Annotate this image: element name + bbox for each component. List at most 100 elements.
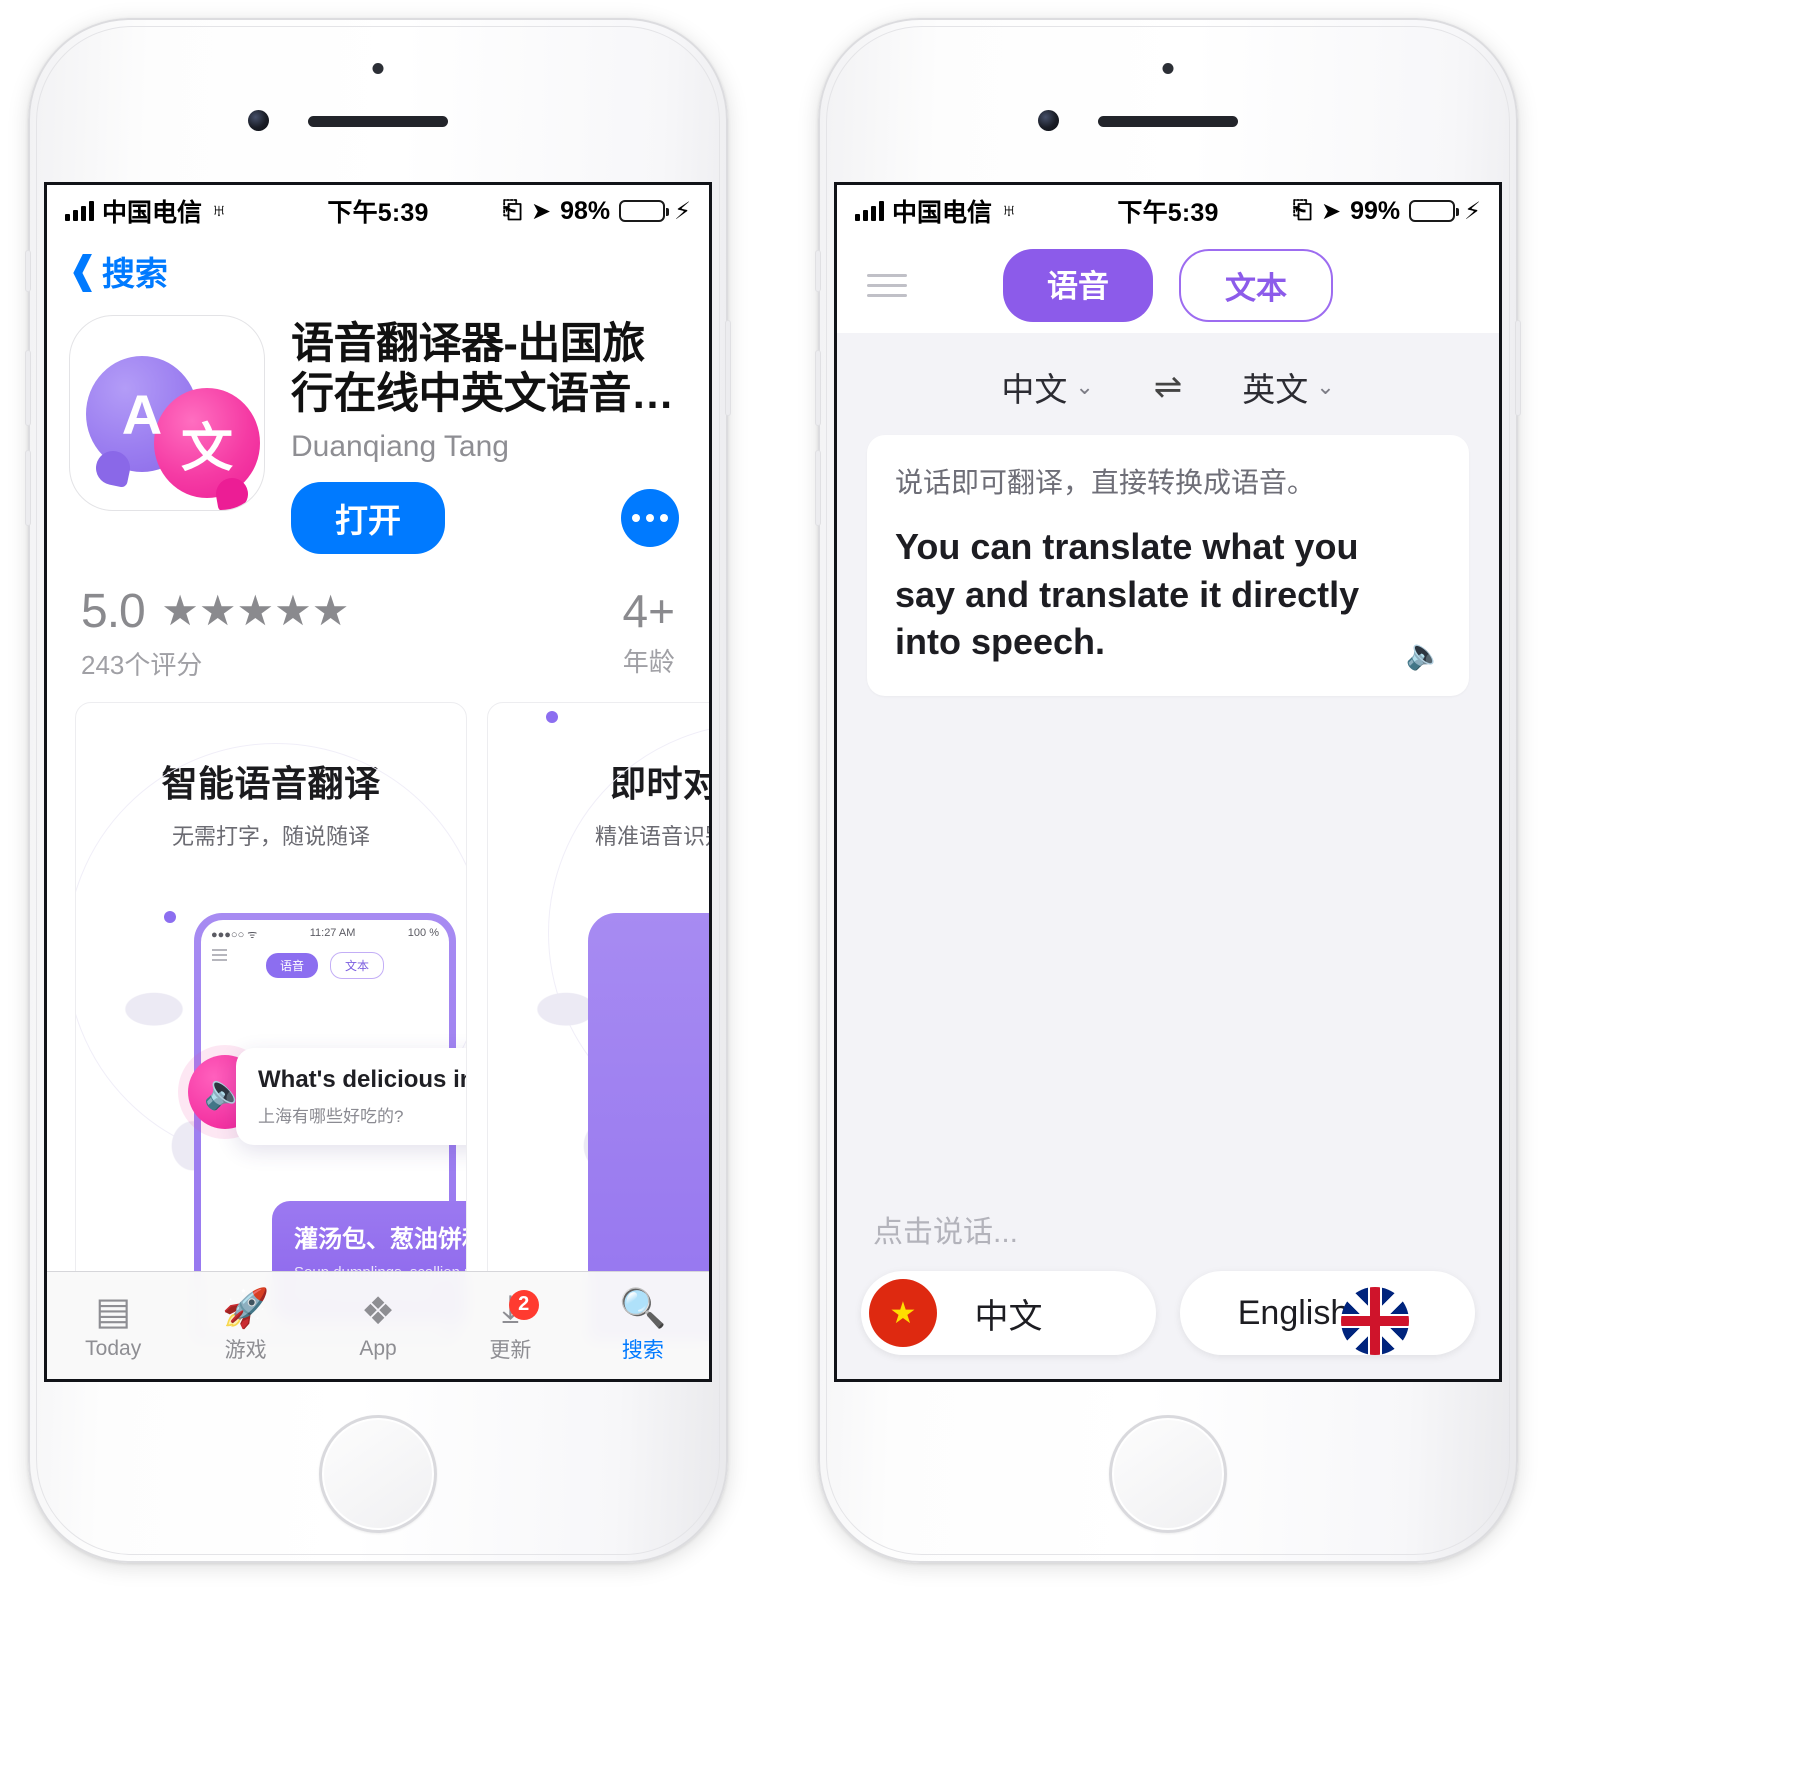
dual-phone-mockup: 中国电信 ♅ 下午5:39 ⎗ ➤ 98% ⚡ ❰ 搜索 A 文 语音翻译器-出…	[0, 0, 1800, 1780]
back-to-search-link[interactable]: ❰ 搜索	[67, 247, 168, 295]
tab-apps[interactable]: ❖ App	[312, 1291, 444, 1361]
rating-block: 5.0 ★★★★★ 243个评分	[81, 584, 349, 682]
open-button[interactable]: 打开	[291, 481, 445, 554]
chevron-left-icon: ❰	[67, 250, 99, 292]
charging-bolt-icon: ⚡	[674, 197, 691, 225]
rating-row: 5.0 ★★★★★ 243个评分 4+ 年龄	[47, 554, 709, 682]
app-meta: 语音翻译器-出国旅行在线中英文语音… Duanqiang Tang 打开	[291, 315, 687, 554]
mute-switch[interactable]	[815, 250, 821, 292]
translated-text: You can translate what you say and trans…	[895, 526, 1360, 663]
tab-text[interactable]: 文本	[1179, 248, 1333, 322]
volume-up-button[interactable]	[815, 350, 821, 426]
tab-search-label: 搜索	[621, 1338, 664, 1362]
appstore-tabbar[interactable]: ▤ Today 🚀 游戏 ❖ App ⤓ 更新 2 🔍	[47, 1271, 709, 1379]
sample-bubble-english: What's delicious in Shanghai? 上海有哪些好吃的? …	[236, 1047, 466, 1145]
mini-status-right: 100 %	[407, 926, 439, 939]
signal-bars-icon	[65, 201, 94, 221]
accent-dot	[164, 910, 176, 923]
more-options-button[interactable]	[621, 488, 679, 547]
age-block: 4+ 年龄	[623, 584, 675, 679]
earpiece-speaker	[308, 116, 448, 127]
proximity-sensor	[372, 63, 384, 74]
battery-icon	[619, 200, 670, 222]
speak-chinese-button[interactable]: ★ 中文	[861, 1271, 1156, 1355]
screenshot-gallery[interactable]: 智能语音翻译 无需打字，随说随译 ●●●○○ ᯤ 11:27 AM 100 %	[47, 682, 709, 1342]
status-bar-right: 中国电信 ♅ 下午5:39 ⎗ ➤ 99% ⚡	[837, 185, 1499, 237]
mini-tab-voice: 语音	[265, 952, 318, 978]
wifi-icon: ♅	[210, 197, 229, 224]
phone-device-left: 中国电信 ♅ 下午5:39 ⎗ ➤ 98% ⚡ ❰ 搜索 A 文 语音翻译器-出…	[25, 18, 731, 1563]
screenshot-2[interactable]: 即时对话 精准语音识别，流	[487, 701, 709, 1342]
tab-today-label: Today	[85, 1336, 142, 1360]
app-header: A 文 语音翻译器-出国旅行在线中英文语音… Duanqiang Tang 打开	[47, 299, 709, 554]
tab-today[interactable]: ▤ Today	[47, 1291, 179, 1361]
charging-bolt-icon: ⚡	[1464, 197, 1481, 225]
app-icon[interactable]: A 文	[69, 315, 265, 511]
language-selector-row: 中文 ⌄ ⇌ 英文 ⌄	[837, 333, 1499, 421]
carrier-label: 中国电信	[892, 199, 993, 227]
translation-card: 说话即可翻译，直接转换成语音。 You can translate what y…	[867, 435, 1469, 696]
chevron-down-icon: ⌄	[1316, 374, 1335, 399]
mini-status-left: ●●●○○ ᯤ	[211, 928, 258, 941]
battery-icon	[1409, 200, 1460, 222]
rotation-lock-icon: ⎗	[1292, 197, 1312, 224]
appstore-navbar: ❰ 搜索	[47, 237, 709, 299]
updates-badge: 2	[508, 1289, 539, 1320]
speaker-icon[interactable]: 🔈	[1406, 637, 1443, 672]
battery-percent: 99%	[1350, 196, 1401, 225]
hamburger-icon[interactable]	[867, 267, 907, 304]
mode-segmented-control[interactable]: 语音 文本	[1003, 248, 1333, 322]
age-label: 年龄	[622, 646, 675, 677]
tab-search[interactable]: 🔍 搜索	[577, 1288, 709, 1364]
tab-updates[interactable]: ⤓ 更新 2	[444, 1288, 576, 1364]
carrier-label: 中国电信	[102, 199, 203, 227]
home-button[interactable]	[1109, 1415, 1227, 1533]
wifi-icon: ♅	[1000, 197, 1019, 224]
screen-left: 中国电信 ♅ 下午5:39 ⎗ ➤ 98% ⚡ ❰ 搜索 A 文 语音翻译器-出…	[44, 182, 712, 1382]
tab-voice[interactable]: 语音	[1003, 248, 1153, 322]
source-language-dropdown[interactable]: 中文 ⌄	[1001, 363, 1093, 411]
sample-bubble-en-text: What's delicious in Shanghai?	[258, 1065, 466, 1093]
speak-hint: 点击说话...	[873, 1216, 1019, 1249]
speak-chinese-label: 中文	[974, 1297, 1043, 1336]
translator-body: 中文 ⌄ ⇌ 英文 ⌄ 说话即可翻译，直接转换成语音。 You can tran…	[837, 333, 1499, 1379]
search-icon: 🔍	[619, 1287, 667, 1330]
status-time: 下午5:39	[327, 199, 429, 227]
speak-english-button[interactable]: English	[1180, 1271, 1475, 1355]
chevron-down-icon: ⌄	[1075, 374, 1094, 399]
app-title: 语音翻译器-出国旅行在线中英文语音…	[291, 320, 674, 419]
speak-english-label: English	[1237, 1293, 1350, 1332]
swap-languages-icon[interactable]: ⇌	[1154, 367, 1183, 407]
phone-device-right: 中国电信 ♅ 下午5:39 ⎗ ➤ 99% ⚡ 语音 文本 中文 ⌄ ⇌ 英文 …	[815, 18, 1521, 1563]
tab-apps-label: App	[359, 1336, 397, 1360]
location-arrow-icon: ➤	[1320, 197, 1342, 225]
screenshot-1[interactable]: 智能语音翻译 无需打字，随说随译 ●●●○○ ᯤ 11:27 AM 100 %	[75, 701, 467, 1342]
volume-up-button[interactable]	[25, 350, 31, 426]
rating-count: 243个评分	[81, 649, 203, 680]
signal-bars-icon	[855, 201, 884, 221]
home-button[interactable]	[319, 1415, 437, 1533]
volume-down-button[interactable]	[815, 450, 821, 526]
age-value: 4+	[622, 584, 675, 637]
rotation-lock-icon: ⎗	[502, 197, 522, 224]
status-time: 下午5:39	[1117, 199, 1219, 227]
target-language-dropdown[interactable]: 英文 ⌄	[1242, 363, 1334, 411]
location-arrow-icon: ➤	[530, 197, 552, 225]
volume-down-button[interactable]	[25, 450, 31, 526]
screen-right: 中国电信 ♅ 下午5:39 ⎗ ➤ 99% ⚡ 语音 文本 中文 ⌄ ⇌ 英文 …	[834, 182, 1502, 1382]
front-camera	[248, 110, 269, 131]
tab-games[interactable]: 🚀 游戏	[179, 1288, 311, 1364]
power-button[interactable]	[725, 320, 731, 416]
mini-status-time: 11:27 AM	[309, 926, 356, 939]
power-button[interactable]	[1515, 320, 1521, 416]
mute-switch[interactable]	[25, 250, 31, 292]
tab-updates-label: 更新	[489, 1338, 532, 1362]
target-language-label: 英文	[1242, 371, 1309, 408]
today-icon: ▤	[95, 1290, 132, 1333]
app-developer[interactable]: Duanqiang Tang	[291, 430, 687, 464]
rocket-icon: 🚀	[221, 1287, 270, 1330]
uk-flag-icon	[1341, 1287, 1410, 1355]
language-action-buttons[interactable]: ★ 中文 English	[861, 1271, 1475, 1355]
rating-score: 5.0	[81, 584, 146, 638]
sample-bubble-cn-text: 上海有哪些好吃的?	[258, 1106, 404, 1126]
